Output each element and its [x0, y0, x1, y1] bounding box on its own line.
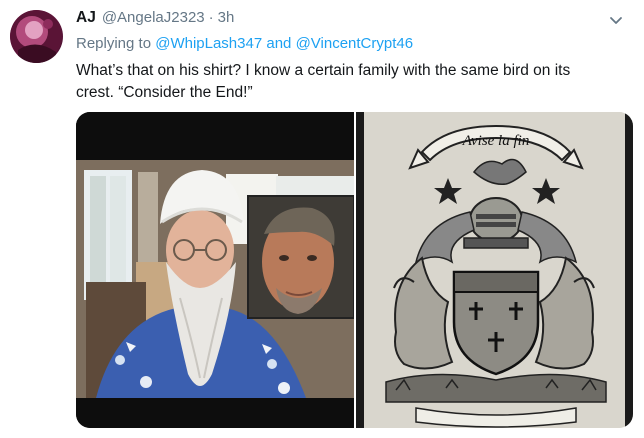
- tweet-text: What’s that on his shirt? I know a certa…: [76, 60, 636, 104]
- author-handle[interactable]: @AngelaJ2323: [102, 9, 205, 26]
- tweet-header: AJ @AngelaJ2323 · 3h: [76, 9, 234, 29]
- tweet-text-line-2: crest. “Consider the End!”: [76, 84, 253, 101]
- timestamp[interactable]: 3h: [218, 9, 235, 26]
- photo-video-call[interactable]: [76, 112, 354, 428]
- separator-dot: ·: [208, 9, 214, 26]
- reply-mention-vincent[interactable]: @VincentCrypt46: [296, 35, 414, 52]
- avatar-image: [10, 10, 62, 63]
- crest-motto: Avise la fin: [462, 133, 530, 149]
- replying-to: Replying to @WhipLash347 and @VincentCry…: [76, 35, 413, 52]
- tweet[interactable]: AJ @AngelaJ2323 · 3h Replying to @WhipLa…: [0, 0, 644, 438]
- reply-joiner: and: [266, 35, 292, 52]
- media-grid: Avise la fin: [76, 112, 633, 428]
- chevron-down-icon[interactable]: [607, 11, 625, 29]
- reply-mention-whiplash[interactable]: @WhipLash347: [155, 35, 262, 52]
- reply-prefix: Replying to: [76, 35, 152, 52]
- photo-family-crest[interactable]: Avise la fin: [356, 112, 633, 428]
- avatar[interactable]: [10, 10, 63, 63]
- tweet-text-line-1: What’s that on his shirt? I know a certa…: [76, 62, 571, 79]
- author-name[interactable]: AJ: [76, 9, 96, 27]
